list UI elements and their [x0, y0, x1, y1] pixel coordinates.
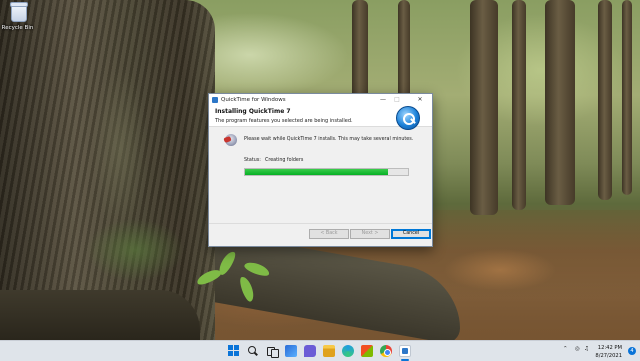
- tray-overflow-chevron-icon[interactable]: ⌃: [563, 346, 568, 352]
- background-tree: [470, 0, 498, 215]
- network-icon[interactable]: ◎: [575, 346, 580, 352]
- clock-date: 8/27/2021: [595, 353, 622, 359]
- file-explorer-icon[interactable]: [323, 345, 335, 357]
- background-tree: [622, 0, 632, 195]
- background-tree: [545, 0, 575, 205]
- store-icon[interactable]: [361, 345, 373, 357]
- tree-root: [0, 290, 200, 340]
- close-button[interactable]: ✕: [413, 94, 427, 105]
- taskbar: ⌃ ◎ ♫ 12:42 PM 8/27/2021 4: [0, 340, 640, 361]
- back-button[interactable]: < Back: [309, 229, 349, 239]
- maximize-button[interactable]: □: [390, 94, 404, 105]
- installer-window: QuickTime for Windows — □ ✕ Installing Q…: [208, 93, 433, 247]
- minimize-button[interactable]: —: [376, 94, 390, 105]
- dialog-header: Installing QuickTime 7 The program featu…: [209, 105, 432, 130]
- recycle-bin-shortcut[interactable]: Recycle Bin: [1, 2, 34, 31]
- volume-icon[interactable]: ♫: [584, 346, 589, 352]
- start-icon[interactable]: [228, 345, 240, 357]
- clock-time: 12:42 PM: [597, 345, 622, 351]
- notification-badge[interactable]: 4: [628, 347, 636, 355]
- edge-icon[interactable]: [342, 345, 354, 357]
- next-button[interactable]: Next >: [350, 229, 390, 239]
- chrome-icon[interactable]: [380, 345, 392, 357]
- background-tree: [598, 0, 612, 200]
- moss: [60, 200, 210, 300]
- window-title: QuickTime for Windows: [221, 96, 286, 103]
- system-clock[interactable]: 12:42 PM 8/27/2021: [595, 344, 622, 360]
- progress-bar: [244, 168, 409, 176]
- background-tree: [512, 0, 526, 210]
- install-message: Please wait while QuickTime 7 installs. …: [244, 137, 414, 142]
- status-label: Status:: [244, 158, 261, 163]
- title-bar[interactable]: QuickTime for Windows — □ ✕: [209, 94, 432, 105]
- quicktime-app-icon: [212, 96, 218, 103]
- search-icon[interactable]: [247, 345, 259, 357]
- cancel-button[interactable]: Cancel: [391, 229, 431, 239]
- dialog-footer: < Back Next > Cancel: [209, 223, 432, 246]
- installer-disc-icon: [225, 134, 237, 146]
- widgets-icon[interactable]: [285, 345, 297, 357]
- chat-icon[interactable]: [304, 345, 316, 357]
- task-view-icon[interactable]: [266, 345, 279, 358]
- recycle-bin-icon: [10, 2, 28, 22]
- progress-fill: [245, 169, 389, 175]
- status-value: Creating folders: [265, 158, 304, 163]
- recycle-bin-label: Recycle Bin: [1, 25, 34, 31]
- installer-taskbar-icon[interactable]: [399, 345, 411, 357]
- dialog-body: Please wait while QuickTime 7 installs. …: [209, 127, 432, 223]
